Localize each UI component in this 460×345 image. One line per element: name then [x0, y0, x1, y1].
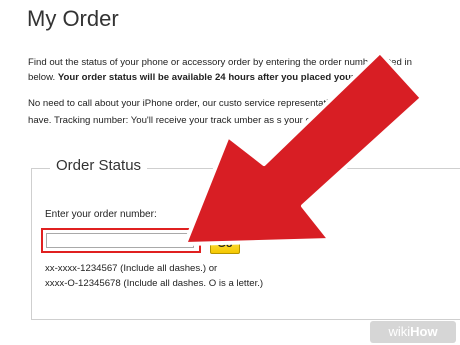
- wikihow-watermark: wikiHow: [370, 321, 456, 343]
- page-title: My Order: [27, 6, 119, 31]
- intro-text: Find out the status of your phone or acc…: [28, 55, 460, 85]
- order-format-hints: xx-xxxx-1234567 (Include all dashes.) or…: [45, 261, 263, 291]
- watermark-wiki: wiki: [388, 324, 411, 339]
- intro-line-2-bold: Your order status will be available 24 h…: [57, 72, 384, 83]
- order-number-input[interactable]: [46, 233, 194, 248]
- format-hint-2: xxxx-O-12345678 (Include all dashes. O i…: [45, 278, 264, 289]
- order-status-legend: Order Status: [50, 157, 148, 174]
- watermark-how: How: [410, 324, 438, 339]
- note-line-2: have. Tracking number: You'll receive yo…: [28, 115, 356, 126]
- intro-line-2: below. Your order status will be availab…: [28, 70, 460, 85]
- order-number-label: Enter your order number:: [45, 209, 157, 220]
- order-number-highlight: [41, 228, 201, 253]
- go-button[interactable]: Go: [210, 233, 240, 254]
- intro-line-1: Find out the status of your phone or acc…: [28, 57, 412, 68]
- format-hint-1: xx-xxxx-1234567 (Include all dashes.) or: [45, 263, 218, 274]
- order-status-fieldset: Order Status Enter your order number: Go…: [31, 157, 460, 320]
- intro-line-2-plain: below.: [28, 72, 58, 83]
- note-line-1: No need to call about your iPhone order,…: [28, 98, 396, 109]
- iphone-note-text: No need to call about your iPhone order,…: [28, 95, 460, 129]
